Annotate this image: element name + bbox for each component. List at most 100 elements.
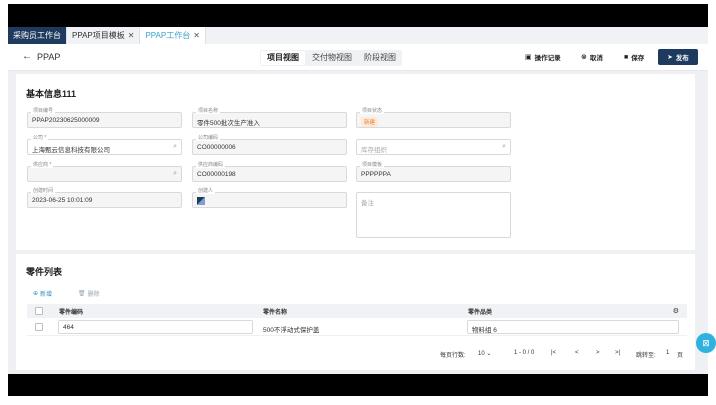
company-field: 公司 * 上海甄云信息科技有限公司 ⌕ xyxy=(27,134,182,155)
supplier-input[interactable]: ⌕ xyxy=(27,166,182,182)
status-badge: 新建 xyxy=(361,117,379,127)
page-header: ← PPAP 项目视图 交付物视图 阶段视图 ▣ 操作记录 ⊗ 取消 ■ 保存 ➤ 发布 xyxy=(8,44,708,71)
per-page-value: 10 xyxy=(478,351,485,357)
field-label: 供应商编码 xyxy=(196,161,226,168)
project-template-input: PPPPPPA xyxy=(356,166,511,182)
field-label: 公司编码 xyxy=(196,134,221,141)
project-no-input: PPAP20230625000009 xyxy=(27,112,182,128)
tab-stage-view[interactable]: 阶段视图 xyxy=(358,50,402,66)
supplier-code-input: CO00000198 xyxy=(192,166,347,182)
chevron-down-icon: ⌄ xyxy=(486,351,492,357)
field-label: 创建时间 xyxy=(31,187,56,194)
select-all-checkbox[interactable] xyxy=(35,307,43,315)
save-icon: ■ xyxy=(624,53,629,61)
button-label: 删除 xyxy=(87,292,100,298)
bottom-bar xyxy=(8,374,708,396)
creator-field: 创建人 xyxy=(192,187,347,208)
created-time-input: 2023-06-25 10:01:09 xyxy=(27,192,182,208)
field-label: 创建人 xyxy=(196,187,216,194)
column-header-code: 零件编码 xyxy=(59,309,84,316)
field-label: 供应商 * xyxy=(31,161,54,168)
field-label: 项目编号 xyxy=(31,107,56,114)
send-icon: ➤ xyxy=(667,54,673,61)
tab-ppap-template[interactable]: PPAP项目模板 ✕ xyxy=(67,27,141,44)
page-unit: 页 xyxy=(677,353,684,359)
search-icon[interactable]: ⌕ xyxy=(173,170,177,178)
jump-label: 跳转至: xyxy=(636,353,656,359)
per-page-select[interactable]: 10 ⌄ xyxy=(478,350,491,357)
project-status-input: 新建 xyxy=(356,112,511,128)
part-code-input[interactable]: 464 xyxy=(58,320,253,334)
prev-page-icon[interactable]: < xyxy=(575,350,579,356)
field-value: 上海甄云信息科技有限公司 xyxy=(32,147,110,154)
column-header-category: 零件品类 xyxy=(468,309,493,316)
remark-textarea[interactable]: 备注 xyxy=(356,192,511,238)
basic-info-title: 基本信息111 xyxy=(26,89,77,99)
jump-input[interactable]: 1 xyxy=(666,350,669,356)
delete-button[interactable]: 🗑 删除 xyxy=(78,289,100,298)
add-icon: ⊕ xyxy=(33,291,39,297)
project-template-field: 项目模板 PPPPPPA xyxy=(356,161,511,182)
field-placeholder: 库存组织 xyxy=(361,147,387,154)
parts-title: 零件列表 xyxy=(26,267,63,277)
tab-deliverable-view[interactable]: 交付物视图 xyxy=(306,50,358,66)
button-label: 保存 xyxy=(631,55,645,62)
publish-button[interactable]: ➤ 发布 xyxy=(658,49,698,65)
button-label: 发布 xyxy=(675,55,689,62)
column-header-name: 零件名称 xyxy=(263,309,288,316)
next-page-icon[interactable]: > xyxy=(596,350,600,356)
company-code-field: 公司编码 CO00000006 xyxy=(192,134,347,155)
project-status-field: 项目状态 新建 xyxy=(356,107,511,128)
last-page-icon[interactable]: >| xyxy=(615,350,620,356)
operation-log-button[interactable]: ▣ 操作记录 xyxy=(525,52,561,62)
row-checkbox[interactable] xyxy=(35,322,43,331)
search-icon[interactable]: ⌕ xyxy=(173,143,177,151)
tab-label: 采购员工作台 xyxy=(13,31,61,40)
table-row: 464 500不浮动式保护盖 物料组 6 xyxy=(27,318,687,336)
inventory-org-field: 库存组织 ⌕ xyxy=(356,139,511,155)
close-icon[interactable]: ✕ xyxy=(128,31,135,40)
search-icon[interactable]: ⌕ xyxy=(502,143,506,151)
tab-purchaser-workbench[interactable]: 采购员工作台 xyxy=(8,27,67,44)
creator-input xyxy=(192,192,347,208)
field-label: 公司 * xyxy=(31,134,49,141)
back-arrow-icon[interactable]: ← xyxy=(22,51,32,62)
company-code-input: CO00000006 xyxy=(192,139,347,155)
cancel-icon: ⊗ xyxy=(581,54,587,61)
view-switcher: 项目视图 交付物视图 阶段视图 xyxy=(260,50,402,66)
inventory-org-input[interactable]: 库存组织 ⌕ xyxy=(356,139,511,155)
field-label: 项目状态 xyxy=(360,107,385,114)
per-page-label: 每页行数: xyxy=(440,353,466,359)
top-bar xyxy=(8,4,708,27)
gear-icon[interactable]: ⚙ xyxy=(673,307,679,315)
table-header: 零件编码 零件名称 零件品类 ⚙ xyxy=(27,304,687,318)
button-label: 取消 xyxy=(589,55,603,62)
field-placeholder: 备注 xyxy=(361,200,374,207)
tab-project-view[interactable]: 项目视图 xyxy=(261,51,305,65)
trash-icon: 🗑 xyxy=(78,291,86,297)
tab-ppap-workbench[interactable]: PPAP工作台 ✕ xyxy=(140,27,206,44)
button-label: 操作记录 xyxy=(534,55,561,62)
part-category-input[interactable]: 物料组 6 xyxy=(467,320,679,334)
project-no-field: 项目编号 PPAP20230625000009 xyxy=(27,107,182,128)
field-label: 项目模板 xyxy=(360,161,385,168)
part-name-cell: 500不浮动式保护盖 xyxy=(263,327,320,334)
project-name-field: 项目名称 零件500批次生产准入 xyxy=(192,107,347,128)
page-title: PPAP xyxy=(37,52,61,62)
created-time-field: 创建时间 2023-06-25 10:01:09 xyxy=(27,187,182,208)
floating-assistant-icon[interactable]: ⊠ xyxy=(696,333,716,353)
first-page-icon[interactable]: |< xyxy=(551,350,556,356)
tab-label: PPAP工作台 xyxy=(145,31,191,40)
tab-bar: 采购员工作台 PPAP项目模板 ✕ PPAP工作台 ✕ xyxy=(8,27,708,44)
remark-field: 备注 xyxy=(356,192,511,238)
avatar xyxy=(197,197,205,205)
close-icon[interactable]: ✕ xyxy=(193,31,200,40)
add-button[interactable]: ⊕ 新增 xyxy=(33,289,52,298)
supplier-field: 供应商 * ⌕ xyxy=(27,161,182,182)
supplier-code-field: 供应商编码 CO00000198 xyxy=(192,161,347,182)
cancel-button[interactable]: ⊗ 取消 xyxy=(581,52,603,62)
tab-label: PPAP项目模板 xyxy=(72,31,125,40)
save-button[interactable]: ■ 保存 xyxy=(624,52,645,63)
company-input[interactable]: 上海甄云信息科技有限公司 ⌕ xyxy=(27,139,182,155)
project-name-input: 零件500批次生产准入 xyxy=(192,112,347,128)
